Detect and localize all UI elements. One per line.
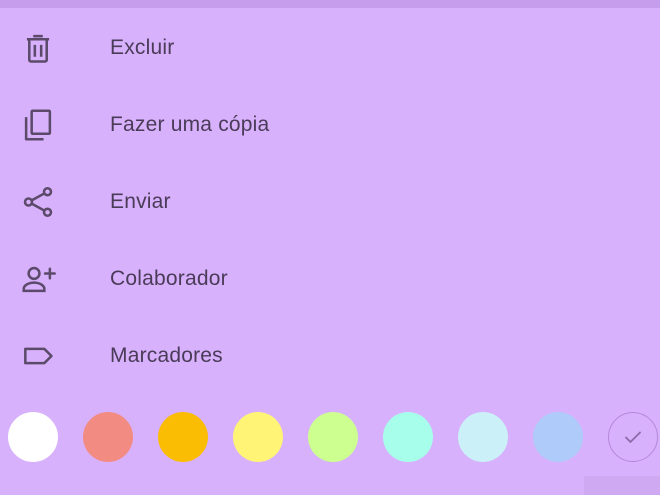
color-swatch-purple-selected[interactable] xyxy=(608,412,658,462)
color-swatch-white[interactable] xyxy=(8,412,58,462)
menu-item-labels[interactable]: Marcadores xyxy=(0,317,660,394)
copy-icon xyxy=(19,106,57,144)
color-swatch-dark-blue[interactable] xyxy=(533,412,583,462)
menu-item-label: Enviar xyxy=(110,189,171,213)
check-icon xyxy=(625,431,641,443)
color-palette xyxy=(0,410,660,464)
color-swatch-orange[interactable] xyxy=(158,412,208,462)
menu-item-collaborator[interactable]: Colaborador xyxy=(0,240,660,317)
bottom-edge-strip xyxy=(584,476,660,495)
label-icon xyxy=(19,337,57,375)
note-options-menu: Excluir Fazer uma cópia Enviar Colaborad… xyxy=(0,9,660,394)
color-swatch-teal[interactable] xyxy=(383,412,433,462)
top-divider xyxy=(0,0,660,8)
color-swatch-blue[interactable] xyxy=(458,412,508,462)
person-add-icon xyxy=(19,260,57,298)
menu-item-make-copy[interactable]: Fazer uma cópia xyxy=(0,86,660,163)
menu-item-label: Fazer uma cópia xyxy=(110,112,270,136)
menu-item-send[interactable]: Enviar xyxy=(0,163,660,240)
color-swatch-yellow[interactable] xyxy=(233,412,283,462)
color-swatch-green[interactable] xyxy=(308,412,358,462)
menu-item-label: Colaborador xyxy=(110,266,228,290)
share-icon xyxy=(19,183,57,221)
menu-item-label: Marcadores xyxy=(110,343,223,367)
color-swatch-red[interactable] xyxy=(83,412,133,462)
menu-item-label: Excluir xyxy=(110,35,175,59)
menu-item-delete[interactable]: Excluir xyxy=(0,9,660,86)
trash-icon xyxy=(19,29,57,67)
